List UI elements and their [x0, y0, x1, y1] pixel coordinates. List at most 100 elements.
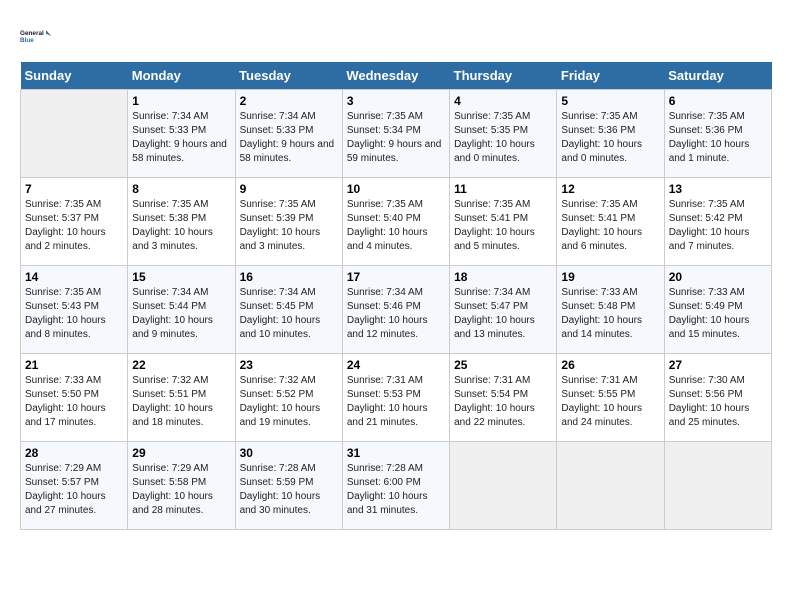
calendar-cell [450, 442, 557, 530]
calendar-cell: 6 Sunrise: 7:35 AMSunset: 5:36 PMDaylight… [664, 90, 771, 178]
day-info: Sunrise: 7:33 AMSunset: 5:50 PMDaylight:… [25, 374, 123, 430]
calendar-cell: 28 Sunrise: 7:29 AMSunset: 5:57 PMDayligh… [21, 442, 128, 530]
calendar-cell: 30Sunrise: 7:28 AMSunset: 5:59 PMDayligh… [235, 442, 342, 530]
day-info: Sunrise: 7:32 AMSunset: 5:51 PMDaylight:… [132, 374, 230, 430]
calendar-cell: 31 Sunrise: 7:28 AMSunset: 6:00 PMDayligh… [342, 442, 449, 530]
calendar-cell: 27 Sunrise: 7:30 AMSunset: 5:56 PMDayligh… [664, 354, 771, 442]
day-info: Sunrise: 7:34 AMSunset: 5:33 PMDaylight:… [240, 110, 338, 166]
calendar-cell: 19Sunrise: 7:33 AMSunset: 5:48 PMDayligh… [557, 266, 664, 354]
calendar-cell: 7Sunrise: 7:35 AMSunset: 5:37 PMDaylight… [21, 178, 128, 266]
calendar-cell: 24 Sunrise: 7:31 AMSunset: 5:53 PMDayligh… [342, 354, 449, 442]
day-number: 25 [454, 358, 552, 372]
day-info: Sunrise: 7:35 AMSunset: 5:36 PMDaylight:… [561, 110, 659, 166]
weekday-header-friday: Friday [557, 62, 664, 90]
calendar-cell: 25 Sunrise: 7:31 AMSunset: 5:54 PMDayligh… [450, 354, 557, 442]
day-info: Sunrise: 7:29 AMSunset: 5:58 PMDaylight:… [132, 462, 230, 518]
day-info: Sunrise: 7:35 AMSunset: 5:41 PMDaylight:… [454, 198, 552, 254]
day-info: Sunrise: 7:31 AMSunset: 5:54 PMDaylight:… [454, 374, 552, 430]
calendar-cell: 14Sunrise: 7:35 AMSunset: 5:43 PMDayligh… [21, 266, 128, 354]
day-number: 13 [669, 182, 767, 196]
day-number: 3 [347, 94, 445, 108]
calendar-cell [557, 442, 664, 530]
day-number: 24 [347, 358, 445, 372]
day-number: 2 [240, 94, 338, 108]
day-info: Sunrise: 7:33 AMSunset: 5:48 PMDaylight:… [561, 286, 659, 342]
weekday-header-wednesday: Wednesday [342, 62, 449, 90]
day-number: 18 [454, 270, 552, 284]
day-info: Sunrise: 7:35 AMSunset: 5:34 PMDaylight:… [347, 110, 445, 166]
day-info: Sunrise: 7:35 AMSunset: 5:37 PMDaylight:… [25, 198, 123, 254]
calendar-cell: 23 Sunrise: 7:32 AMSunset: 5:52 PMDayligh… [235, 354, 342, 442]
day-info: Sunrise: 7:31 AMSunset: 5:55 PMDaylight:… [561, 374, 659, 430]
day-info: Sunrise: 7:34 AMSunset: 5:46 PMDaylight:… [347, 286, 445, 342]
day-number: 9 [240, 182, 338, 196]
svg-text:Blue: Blue [20, 37, 34, 44]
calendar-cell: 12 Sunrise: 7:35 AMSunset: 5:41 PMDayligh… [557, 178, 664, 266]
calendar-week-row: 28 Sunrise: 7:29 AMSunset: 5:57 PMDayligh… [21, 442, 772, 530]
weekday-header-saturday: Saturday [664, 62, 771, 90]
day-number: 31 [347, 446, 445, 460]
day-number: 10 [347, 182, 445, 196]
day-number: 20 [669, 270, 767, 284]
calendar-week-row: 14Sunrise: 7:35 AMSunset: 5:43 PMDayligh… [21, 266, 772, 354]
calendar-cell: 1 Sunrise: 7:34 AMSunset: 5:33 PMDaylight… [128, 90, 235, 178]
calendar-week-row: 7Sunrise: 7:35 AMSunset: 5:37 PMDaylight… [21, 178, 772, 266]
calendar-cell: 9 Sunrise: 7:35 AMSunset: 5:39 PMDaylight… [235, 178, 342, 266]
day-info: Sunrise: 7:34 AMSunset: 5:45 PMDaylight:… [240, 286, 338, 342]
weekday-header-row: SundayMondayTuesdayWednesdayThursdayFrid… [21, 62, 772, 90]
day-info: Sunrise: 7:35 AMSunset: 5:42 PMDaylight:… [669, 198, 767, 254]
day-number: 26 [561, 358, 659, 372]
day-info: Sunrise: 7:35 AMSunset: 5:41 PMDaylight:… [561, 198, 659, 254]
day-info: Sunrise: 7:34 AMSunset: 5:44 PMDaylight:… [132, 286, 230, 342]
day-number: 5 [561, 94, 659, 108]
day-number: 4 [454, 94, 552, 108]
day-info: Sunrise: 7:35 AMSunset: 5:35 PMDaylight:… [454, 110, 552, 166]
calendar-cell: 15Sunrise: 7:34 AMSunset: 5:44 PMDayligh… [128, 266, 235, 354]
calendar-week-row: 1 Sunrise: 7:34 AMSunset: 5:33 PMDaylight… [21, 90, 772, 178]
weekday-header-sunday: Sunday [21, 62, 128, 90]
calendar-cell: 21 Sunrise: 7:33 AMSunset: 5:50 PMDayligh… [21, 354, 128, 442]
day-info: Sunrise: 7:30 AMSunset: 5:56 PMDaylight:… [669, 374, 767, 430]
day-number: 16 [240, 270, 338, 284]
calendar-cell: 26 Sunrise: 7:31 AMSunset: 5:55 PMDayligh… [557, 354, 664, 442]
day-number: 23 [240, 358, 338, 372]
day-info: Sunrise: 7:34 AMSunset: 5:33 PMDaylight:… [132, 110, 230, 166]
day-number: 11 [454, 182, 552, 196]
day-info: Sunrise: 7:35 AMSunset: 5:43 PMDaylight:… [25, 286, 123, 342]
day-number: 21 [25, 358, 123, 372]
day-number: 17 [347, 270, 445, 284]
day-info: Sunrise: 7:32 AMSunset: 5:52 PMDaylight:… [240, 374, 338, 430]
day-info: Sunrise: 7:34 AMSunset: 5:47 PMDaylight:… [454, 286, 552, 342]
day-number: 6 [669, 94, 767, 108]
calendar-cell: 17 Sunrise: 7:34 AMSunset: 5:46 PMDayligh… [342, 266, 449, 354]
day-number: 22 [132, 358, 230, 372]
day-info: Sunrise: 7:33 AMSunset: 5:49 PMDaylight:… [669, 286, 767, 342]
svg-text:General: General [20, 30, 44, 37]
day-number: 8 [132, 182, 230, 196]
day-number: 1 [132, 94, 230, 108]
calendar-cell: 4 Sunrise: 7:35 AMSunset: 5:35 PMDaylight… [450, 90, 557, 178]
day-info: Sunrise: 7:35 AMSunset: 5:39 PMDaylight:… [240, 198, 338, 254]
calendar-cell: 10 Sunrise: 7:35 AMSunset: 5:40 PMDayligh… [342, 178, 449, 266]
day-info: Sunrise: 7:29 AMSunset: 5:57 PMDaylight:… [25, 462, 123, 518]
weekday-header-thursday: Thursday [450, 62, 557, 90]
calendar-cell [664, 442, 771, 530]
day-info: Sunrise: 7:31 AMSunset: 5:53 PMDaylight:… [347, 374, 445, 430]
day-number: 12 [561, 182, 659, 196]
weekday-header-tuesday: Tuesday [235, 62, 342, 90]
calendar-cell: 11 Sunrise: 7:35 AMSunset: 5:41 PMDayligh… [450, 178, 557, 266]
calendar-cell [21, 90, 128, 178]
day-info: Sunrise: 7:35 AMSunset: 5:38 PMDaylight:… [132, 198, 230, 254]
day-number: 29 [132, 446, 230, 460]
day-number: 30 [240, 446, 338, 460]
day-number: 28 [25, 446, 123, 460]
day-info: Sunrise: 7:28 AMSunset: 6:00 PMDaylight:… [347, 462, 445, 518]
logo: GeneralBlue [20, 20, 52, 52]
calendar-cell: 8 Sunrise: 7:35 AMSunset: 5:38 PMDaylight… [128, 178, 235, 266]
calendar-cell: 2 Sunrise: 7:34 AMSunset: 5:33 PMDaylight… [235, 90, 342, 178]
day-info: Sunrise: 7:35 AMSunset: 5:36 PMDaylight:… [669, 110, 767, 166]
day-number: 27 [669, 358, 767, 372]
page-header: GeneralBlue [20, 20, 772, 52]
day-info: Sunrise: 7:35 AMSunset: 5:40 PMDaylight:… [347, 198, 445, 254]
calendar-cell: 16 Sunrise: 7:34 AMSunset: 5:45 PMDayligh… [235, 266, 342, 354]
